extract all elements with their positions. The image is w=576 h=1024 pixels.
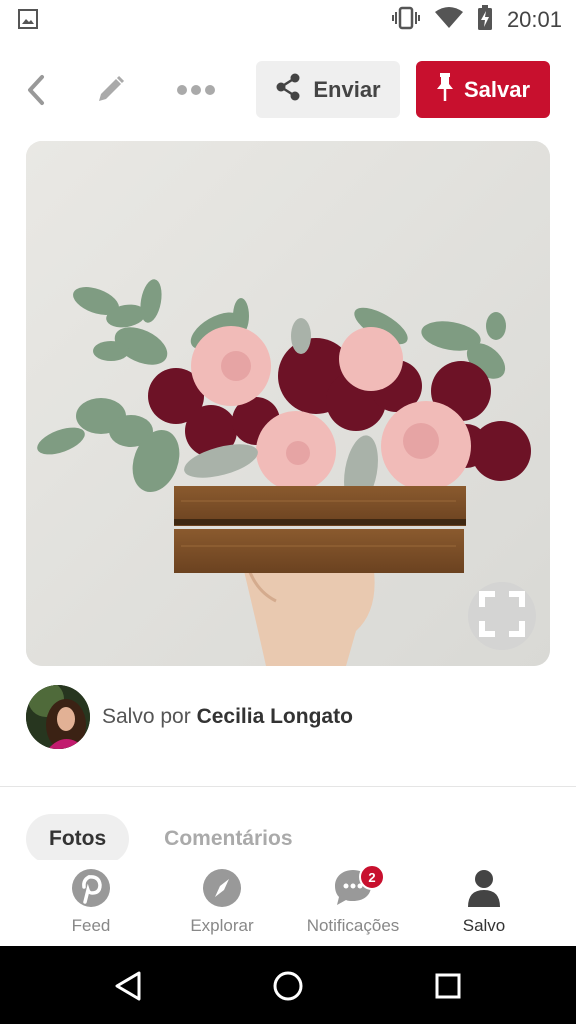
saved-by-prefix: Salvo por bbox=[102, 705, 191, 728]
fullscreen-icon bbox=[479, 590, 525, 642]
pin-icon bbox=[436, 72, 454, 108]
nav-label-notificacoes: Notificações bbox=[306, 916, 400, 935]
more-horizontal-icon[interactable] bbox=[176, 70, 216, 110]
nav-label-salvo: Salvo bbox=[462, 916, 506, 935]
chat-bubble-icon: 2 bbox=[333, 864, 385, 908]
share-icon bbox=[275, 73, 301, 107]
send-button[interactable]: Enviar bbox=[256, 61, 400, 118]
pencil-icon[interactable] bbox=[90, 70, 130, 110]
person-icon bbox=[464, 868, 504, 908]
tab-comentarios[interactable]: Comentários bbox=[141, 814, 315, 864]
pinterest-icon bbox=[71, 868, 111, 908]
nav-item-explorar[interactable]: Explorar bbox=[152, 868, 292, 944]
nav-item-notificacoes[interactable]: 2 Notificações bbox=[283, 864, 423, 944]
saved-by-name[interactable]: Cecilia Longato bbox=[197, 705, 353, 728]
nav-label-feed: Feed bbox=[71, 916, 111, 935]
fullscreen-button[interactable] bbox=[468, 582, 536, 650]
nav-item-feed[interactable]: Feed bbox=[21, 868, 161, 944]
notification-badge: 2 bbox=[359, 864, 385, 890]
vibrate-icon bbox=[391, 6, 421, 35]
compass-icon bbox=[202, 868, 242, 908]
send-label: Enviar bbox=[313, 76, 381, 102]
recents-square-icon[interactable] bbox=[428, 966, 468, 1006]
save-label: Salvar bbox=[463, 76, 531, 102]
nav-item-salvo[interactable]: Salvo bbox=[414, 868, 554, 944]
wifi-icon bbox=[434, 6, 463, 34]
image-icon bbox=[18, 9, 38, 34]
saved-by-text: Salvo por Cecilia Longato bbox=[102, 705, 353, 729]
saved-by-row[interactable]: Salvo por Cecilia Longato bbox=[26, 685, 353, 749]
back-triangle-icon[interactable] bbox=[108, 966, 148, 1006]
status-bar: 20:01 bbox=[0, 0, 576, 40]
avatar[interactable] bbox=[26, 685, 90, 749]
save-button[interactable]: Salvar bbox=[416, 61, 550, 118]
pin-image[interactable] bbox=[26, 141, 550, 666]
chevron-left-icon[interactable] bbox=[16, 70, 56, 110]
status-time: 20:01 bbox=[506, 7, 562, 32]
pin-action-bar: Enviar Salvar bbox=[0, 56, 576, 122]
content-tabs: Fotos Comentários bbox=[26, 814, 316, 864]
nav-label-explorar: Explorar bbox=[190, 916, 254, 935]
divider bbox=[0, 786, 576, 787]
battery-charging-icon bbox=[477, 4, 493, 36]
tab-fotos[interactable]: Fotos bbox=[26, 814, 130, 864]
flower-arrangement-image bbox=[26, 141, 550, 666]
system-nav-bar bbox=[0, 946, 576, 1024]
bottom-nav: Feed Explorar 2 Notificações Salvo bbox=[0, 860, 576, 946]
home-circle-icon[interactable] bbox=[268, 966, 308, 1006]
